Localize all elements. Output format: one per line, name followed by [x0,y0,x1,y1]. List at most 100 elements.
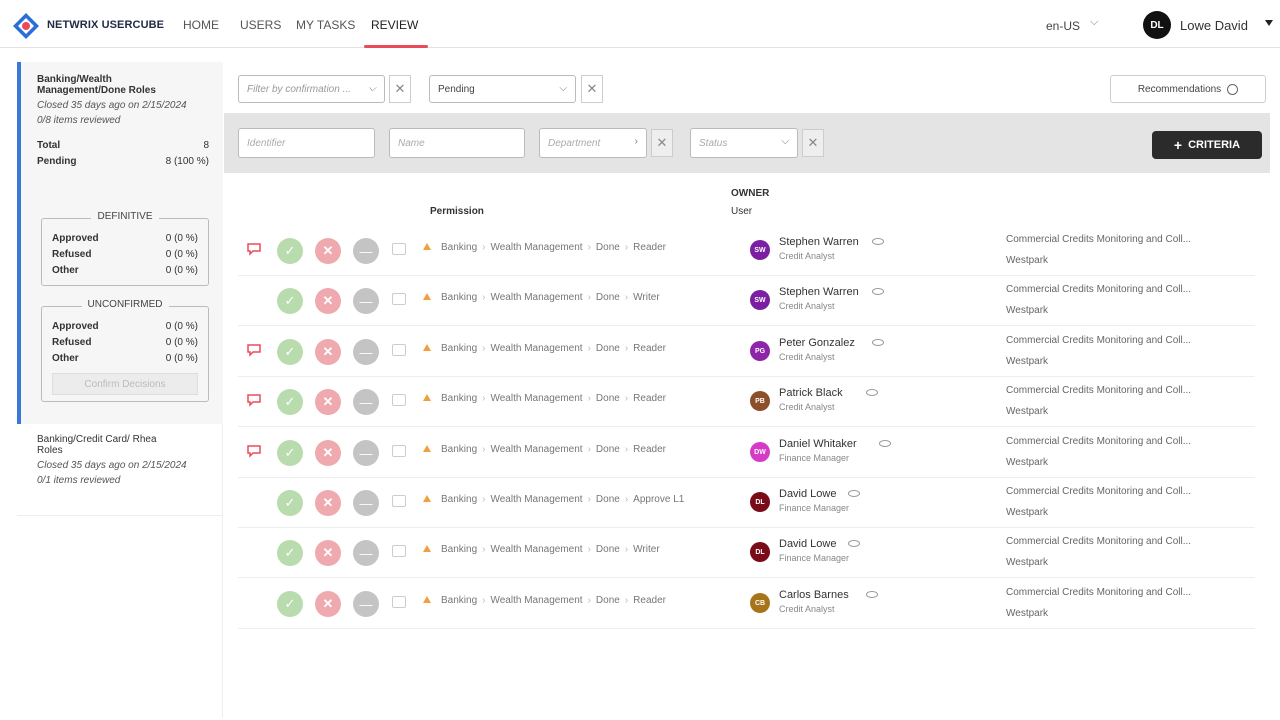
eye-icon[interactable] [866,591,879,598]
refuse-button[interactable]: ✕ [315,490,341,516]
clear-department-filter-icon[interactable]: ✕ [651,129,673,157]
table-row[interactable]: ✓ ✕ — Banking › Wealth Management › Done › Approv… [238,478,1255,528]
refuse-button[interactable]: ✕ [315,238,341,264]
department-select[interactable]: Department › [539,128,647,158]
warning-icon [423,293,431,300]
permission-path[interactable]: Banking › Wealth Management › Done › Reader [441,343,666,354]
other-decision-button[interactable]: — [353,389,379,415]
speech-bubble-icon[interactable] [246,444,262,458]
approve-button[interactable]: ✓ [277,339,303,365]
refuse-button[interactable]: ✕ [315,440,341,466]
owner-name[interactable]: David Lowe [779,538,836,550]
note-icon[interactable] [392,445,406,457]
confirm-decisions-button[interactable]: Confirm Decisions [52,373,198,395]
user-menu-caret-icon[interactable] [1265,20,1273,26]
eye-icon[interactable] [878,440,891,447]
table-row[interactable]: ✓ ✕ — Banking › Wealth Management › Done › Reader… [238,579,1255,629]
owner-name[interactable]: Patrick Black [779,387,843,399]
clear-status-criteria-icon[interactable]: ✕ [802,129,824,157]
note-icon[interactable] [392,243,406,255]
speech-bubble-icon[interactable] [246,242,262,256]
refuse-button[interactable]: ✕ [315,540,341,566]
campaign-item-selected[interactable]: Banking/Wealth Management/Done Roles Clo… [17,62,223,424]
permission-path[interactable]: Banking › Wealth Management › Done › Reader [441,393,666,404]
language-selector[interactable]: en-US [1046,19,1080,33]
identifier-input[interactable]: Identifier [238,128,375,158]
table-row[interactable]: ✓ ✕ — Banking › Wealth Management › Done › Writer… [238,528,1255,578]
nav-my-tasks[interactable]: MY TASKS [296,18,355,32]
eye-icon[interactable] [866,389,879,396]
approve-button[interactable]: ✓ [277,490,303,516]
approve-button[interactable]: ✓ [277,389,303,415]
other-decision-button[interactable]: — [353,339,379,365]
eye-icon[interactable] [872,288,885,295]
permission-path[interactable]: Banking › Wealth Management › Done › Writer [441,544,660,555]
refuse-button[interactable]: ✕ [315,389,341,415]
app-logo-icon[interactable] [12,12,40,40]
permission-column-header[interactable]: Permission [430,206,484,217]
eye-icon[interactable] [872,339,885,346]
table-row[interactable]: ✓ ✕ — Banking › Wealth Management › Done › Reader… [238,327,1255,377]
owner-name[interactable]: Carlos Barnes [779,589,849,601]
eye-icon[interactable] [848,540,860,547]
status-select[interactable]: Status ⌵ [690,128,798,158]
confirmation-filter-select[interactable]: Filter by confirmation ... ⌵ [238,75,385,103]
other-decision-button[interactable]: — [353,490,379,516]
other-decision-button[interactable]: — [353,238,379,264]
status-filter-value: Pending [438,84,475,95]
owner-name[interactable]: Stephen Warren [779,286,859,298]
permission-path[interactable]: Banking › Wealth Management › Done › Approve L… [441,494,684,505]
permission-path[interactable]: Banking › Wealth Management › Done › Reader [441,444,666,455]
note-icon[interactable] [392,394,406,406]
nav-home[interactable]: HOME [183,18,219,32]
user-avatar[interactable]: DL [1143,11,1171,39]
permission-path[interactable]: Banking › Wealth Management › Done › Reader [441,595,666,606]
speech-bubble-icon[interactable] [246,393,262,407]
speech-bubble-icon[interactable] [246,343,262,357]
approve-button[interactable]: ✓ [277,540,303,566]
refuse-button[interactable]: ✕ [315,339,341,365]
clear-status-filter-icon[interactable]: ✕ [581,75,603,103]
note-icon[interactable] [392,596,406,608]
status-filter-select[interactable]: Pending ⌵ [429,75,576,103]
chevron-down-icon[interactable]: ⌵ [1090,16,1098,29]
table-row[interactable]: ✓ ✕ — Banking › Wealth Management › Done › Reader… [238,428,1255,478]
refuse-button[interactable]: ✕ [315,288,341,314]
owner-column-header[interactable]: OWNER [731,188,769,199]
add-criteria-button[interactable]: + CRITERIA [1152,131,1262,159]
note-icon[interactable] [392,293,406,305]
other-decision-button[interactable]: — [353,288,379,314]
table-row[interactable]: ✓ ✕ — Banking › Wealth Management › Done › Reader… [238,377,1255,427]
table-row[interactable]: ✓ ✕ — Banking › Wealth Management › Done › Writer… [238,276,1255,326]
table-row[interactable]: ✓ ✕ — Banking › Wealth Management › Done › Reader… [238,226,1255,276]
refuse-button[interactable]: ✕ [315,591,341,617]
nav-review[interactable]: REVIEW [371,18,418,32]
other-decision-button[interactable]: — [353,591,379,617]
approve-button[interactable]: ✓ [277,591,303,617]
approve-button[interactable]: ✓ [277,238,303,264]
note-icon[interactable] [392,344,406,356]
clear-confirmation-filter-icon[interactable]: ✕ [389,75,411,103]
campaign-item[interactable]: Banking/Credit Card/ Rhea Roles Closed 3… [17,424,223,516]
approve-button[interactable]: ✓ [277,288,303,314]
other-decision-button[interactable]: — [353,540,379,566]
other-decision-button[interactable]: — [353,440,379,466]
permission-path[interactable]: Banking › Wealth Management › Done › Writer [441,292,660,303]
user-name[interactable]: Lowe David [1180,18,1248,33]
dash-icon: — [359,445,373,461]
owner-name[interactable]: Daniel Whitaker [779,438,857,450]
owner-name[interactable]: Stephen Warren [779,236,859,248]
owner-name[interactable]: David Lowe [779,488,836,500]
note-icon[interactable] [392,495,406,507]
note-icon[interactable] [392,545,406,557]
permission-path[interactable]: Banking › Wealth Management › Done › Reader [441,242,666,253]
eye-icon[interactable] [872,238,885,245]
recommendations-button[interactable]: Recommendations [1110,75,1266,103]
owner-name[interactable]: Peter Gonzalez [779,337,855,349]
name-input[interactable]: Name [389,128,525,158]
owner-avatar: SW [750,240,770,260]
eye-icon[interactable] [848,490,860,497]
user-column-header[interactable]: User [731,206,752,217]
approve-button[interactable]: ✓ [277,440,303,466]
nav-users[interactable]: USERS [240,18,281,32]
